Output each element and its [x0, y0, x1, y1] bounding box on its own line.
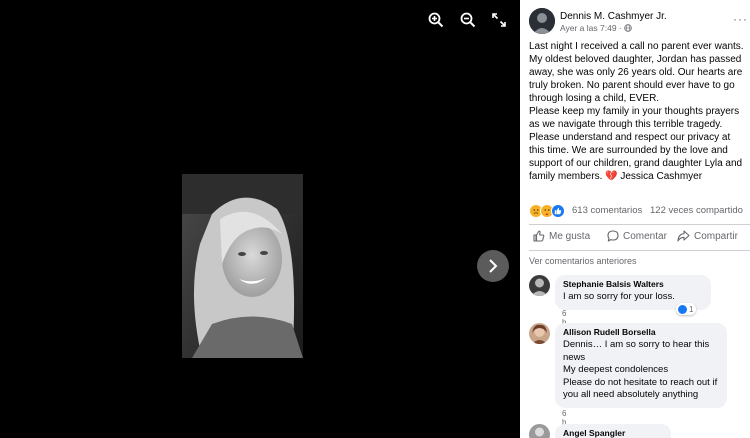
share-button-label: Compartir [694, 230, 738, 242]
globe-icon [624, 24, 632, 34]
more-options-icon[interactable]: ··· [733, 12, 748, 26]
comment-bubble: Angel Spangler [555, 424, 671, 438]
next-photo-button[interactable] [477, 250, 509, 282]
meta-separator: · [618, 23, 622, 33]
commenter-name[interactable]: Allison Rudell Borsella [563, 327, 719, 337]
commenter-name[interactable]: Stephanie Balsis Walters [563, 279, 703, 289]
share-button[interactable]: Compartir [677, 230, 738, 242]
comment-button[interactable]: Comentar [607, 230, 667, 242]
post-paragraph-2: Please keep my family in your thoughts p… [529, 106, 743, 182]
author-avatar[interactable] [529, 8, 555, 34]
like-icon [533, 230, 545, 242]
post-actions: Me gusta Comentar Compartir [529, 230, 750, 246]
author-name[interactable]: Dennis M. Cashmyer Jr. [560, 11, 667, 22]
shares-count[interactable]: 122 veces compartido [650, 205, 743, 216]
post-photo [182, 174, 303, 358]
zoom-in-icon[interactable] [426, 10, 446, 30]
view-previous-comments[interactable]: Ver comentarios anteriores [529, 256, 637, 266]
post-text: Last night I received a call no parent e… [529, 40, 745, 183]
post-stats: 613 comentarios 122 veces compartido [529, 204, 750, 218]
broken-heart-icon: 💔 [605, 171, 618, 182]
post-timestamp[interactable]: Ayer a las 7:49 [560, 23, 617, 33]
zoom-out-icon[interactable] [458, 10, 478, 30]
comment-icon [607, 230, 619, 242]
comment-button-label: Comentar [623, 230, 667, 242]
like-button[interactable]: Me gusta [533, 230, 590, 242]
post-paragraph-1: Last night I received a call no parent e… [529, 41, 744, 104]
reaction-icons[interactable] [529, 204, 565, 218]
comment-text: Dennis… I am so sorry to hear this news … [563, 339, 718, 400]
photo-viewer [0, 0, 520, 438]
fullscreen-icon[interactable] [489, 10, 509, 30]
share-icon [677, 230, 690, 242]
divider [529, 224, 750, 225]
post-panel: Dennis M. Cashmyer Jr. Ayer a las 7:49 ·… [520, 0, 750, 438]
comment-text: I am so sorry for your loss. [563, 291, 675, 302]
divider [529, 250, 750, 251]
like-reaction-icon [678, 304, 687, 314]
comment-reactions[interactable]: 1 [676, 303, 697, 315]
commenter-avatar[interactable] [529, 323, 550, 344]
like-reaction-icon [551, 204, 565, 218]
commenter-avatar[interactable] [529, 424, 550, 438]
like-button-label: Me gusta [549, 230, 591, 242]
comments-count[interactable]: 613 comentarios [572, 205, 642, 216]
comment-like-count: 1 [689, 304, 694, 314]
post-meta: Ayer a las 7:49 · [560, 23, 632, 34]
chevron-right-icon [489, 259, 498, 273]
commenter-name[interactable]: Angel Spangler [563, 428, 663, 438]
comment-bubble: Allison Rudell Borsella Dennis… I am so … [555, 323, 727, 408]
commenter-avatar[interactable] [529, 275, 550, 296]
